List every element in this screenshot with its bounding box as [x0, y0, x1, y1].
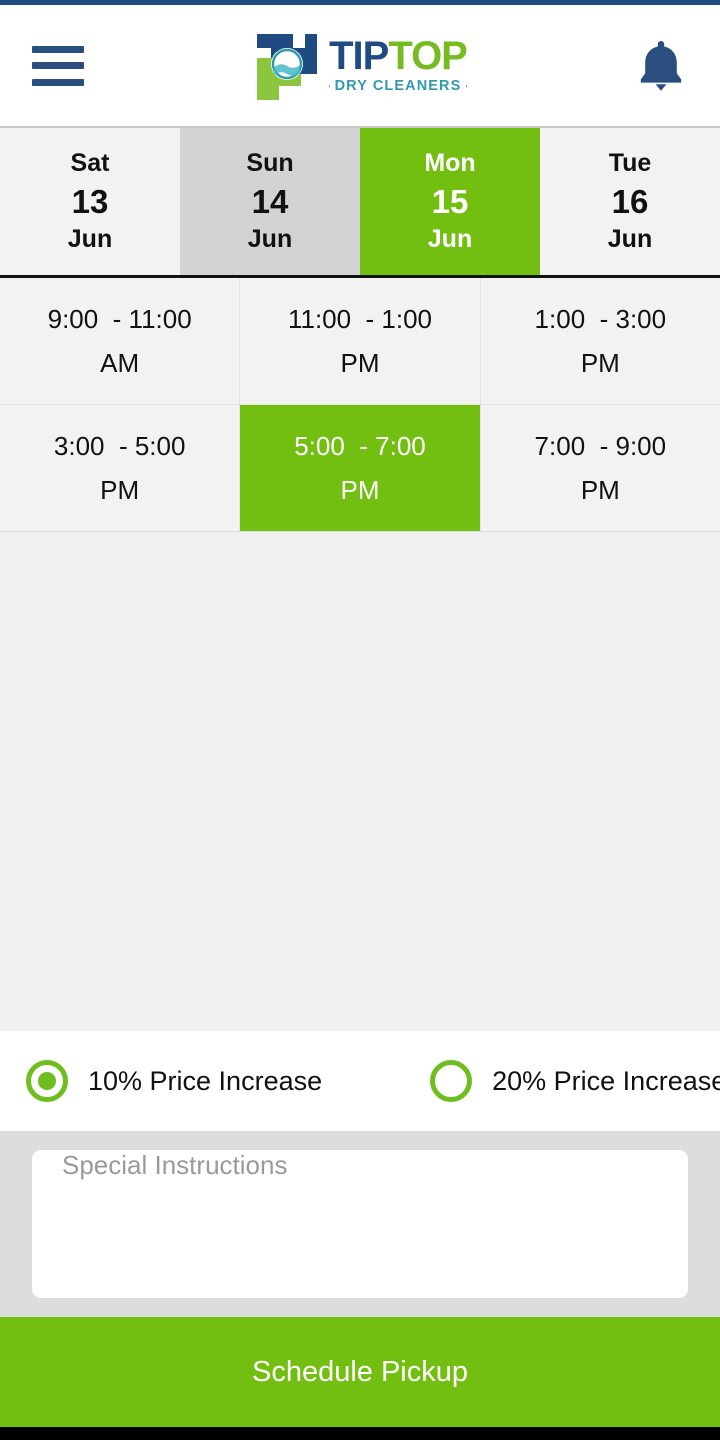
- price-increase-options: 10% Price Increase 20% Price Increase: [0, 1031, 720, 1131]
- time-slot-meridiem: PM: [340, 475, 380, 505]
- time-slot-range: 7:00 - 9:00: [534, 431, 667, 461]
- app-logo[interactable]: TIP TOP DRY CLEANERS: [253, 28, 468, 104]
- date-month: Jun: [427, 225, 473, 253]
- logo-word-top: TOP: [388, 34, 468, 78]
- time-slot[interactable]: 3:00 - 5:00 PM: [0, 405, 240, 531]
- bell-icon[interactable]: [634, 35, 688, 97]
- logo-tagline-row: DRY CLEANERS: [329, 78, 467, 94]
- time-slot-meridiem: PM: [340, 348, 380, 378]
- time-slot-range: 1:00 - 3:00: [534, 304, 667, 334]
- date-month: Jun: [247, 225, 293, 253]
- date-strip: Sat 13 Jun Sun 14 Jun Mon 15 Jun Tue 16 …: [0, 126, 720, 278]
- date-day: 13: [71, 183, 109, 220]
- time-slot-meridiem: PM: [580, 348, 620, 378]
- content-filler: [0, 532, 720, 1031]
- hamburger-bar: [32, 45, 84, 53]
- price-option-label: 20% Price Increase: [492, 1065, 720, 1096]
- time-slot-range: 5:00 - 7:00: [294, 431, 426, 461]
- date-day: 14: [251, 183, 289, 220]
- special-instructions-area: [0, 1131, 720, 1317]
- time-slot-grid: 9:00 - 11:00 AM 11:00 - 1:00 PM 1:00 - 3…: [0, 278, 720, 532]
- price-option-10[interactable]: 10% Price Increase: [26, 1060, 322, 1102]
- time-slot-meridiem: PM: [580, 475, 620, 505]
- date-dow: Sat: [70, 149, 110, 177]
- time-slot-range: 9:00 - 11:00: [47, 304, 192, 334]
- date-dow: Tue: [608, 149, 652, 177]
- time-slot-range: 3:00 - 5:00: [53, 431, 186, 461]
- date-dow: Mon: [424, 149, 476, 177]
- hamburger-menu-icon[interactable]: [32, 45, 84, 86]
- logo-container: TIP TOP DRY CLEANERS: [0, 28, 720, 104]
- tiptop-logo-mark-icon: [257, 33, 318, 100]
- date-day: 16: [611, 183, 649, 220]
- time-slot[interactable]: 11:00 - 1:00 PM: [240, 278, 480, 404]
- hamburger-bar: [32, 78, 84, 86]
- date-cell-sat-13[interactable]: Sat 13 Jun: [0, 128, 180, 275]
- time-slot-meridiem: AM: [100, 348, 140, 378]
- system-nav-bar: [0, 1427, 720, 1440]
- logo-wordmark: TIP TOP: [329, 34, 468, 78]
- hamburger-bar: [32, 62, 84, 69]
- date-dow: Sun: [246, 149, 294, 177]
- app-bar: TIP TOP DRY CLEANERS: [0, 5, 720, 126]
- time-slot-meridiem: PM: [100, 475, 140, 505]
- time-slot[interactable]: 9:00 - 11:00 AM: [0, 278, 240, 404]
- date-month: Jun: [607, 225, 653, 253]
- price-option-20[interactable]: 20% Price Increase: [430, 1060, 720, 1102]
- date-cell-tue-16[interactable]: Tue 16 Jun: [540, 128, 720, 275]
- radio-dot: [38, 1072, 56, 1090]
- time-slot[interactable]: 1:00 - 3:00 PM: [480, 278, 720, 404]
- logo-text: TIP TOP DRY CLEANERS: [329, 34, 468, 94]
- app-screen: TIP TOP DRY CLEANERS Sat 13 Jun Sun 14 J…: [0, 0, 720, 1440]
- radio-icon-selected[interactable]: [26, 1060, 68, 1102]
- bell-glyph: [640, 40, 682, 91]
- logo-word-tip: TIP: [329, 34, 389, 78]
- time-slot[interactable]: 7:00 - 9:00 PM: [480, 405, 720, 531]
- date-cell-mon-15[interactable]: Mon 15 Jun: [360, 128, 540, 275]
- radio-icon-unselected[interactable]: [430, 1060, 473, 1102]
- date-day: 15: [431, 183, 469, 220]
- date-month: Jun: [67, 225, 113, 253]
- schedule-pickup-button[interactable]: Schedule Pickup: [0, 1317, 720, 1427]
- special-instructions-input[interactable]: [32, 1150, 688, 1298]
- logo-tagline: DRY CLEANERS: [334, 78, 462, 94]
- price-option-label: 10% Price Increase: [88, 1065, 323, 1096]
- time-slot-selected[interactable]: 5:00 - 7:00 PM: [240, 405, 480, 531]
- time-slot-range: 11:00 - 1:00: [287, 304, 433, 334]
- date-cell-sun-14[interactable]: Sun 14 Jun: [180, 128, 360, 275]
